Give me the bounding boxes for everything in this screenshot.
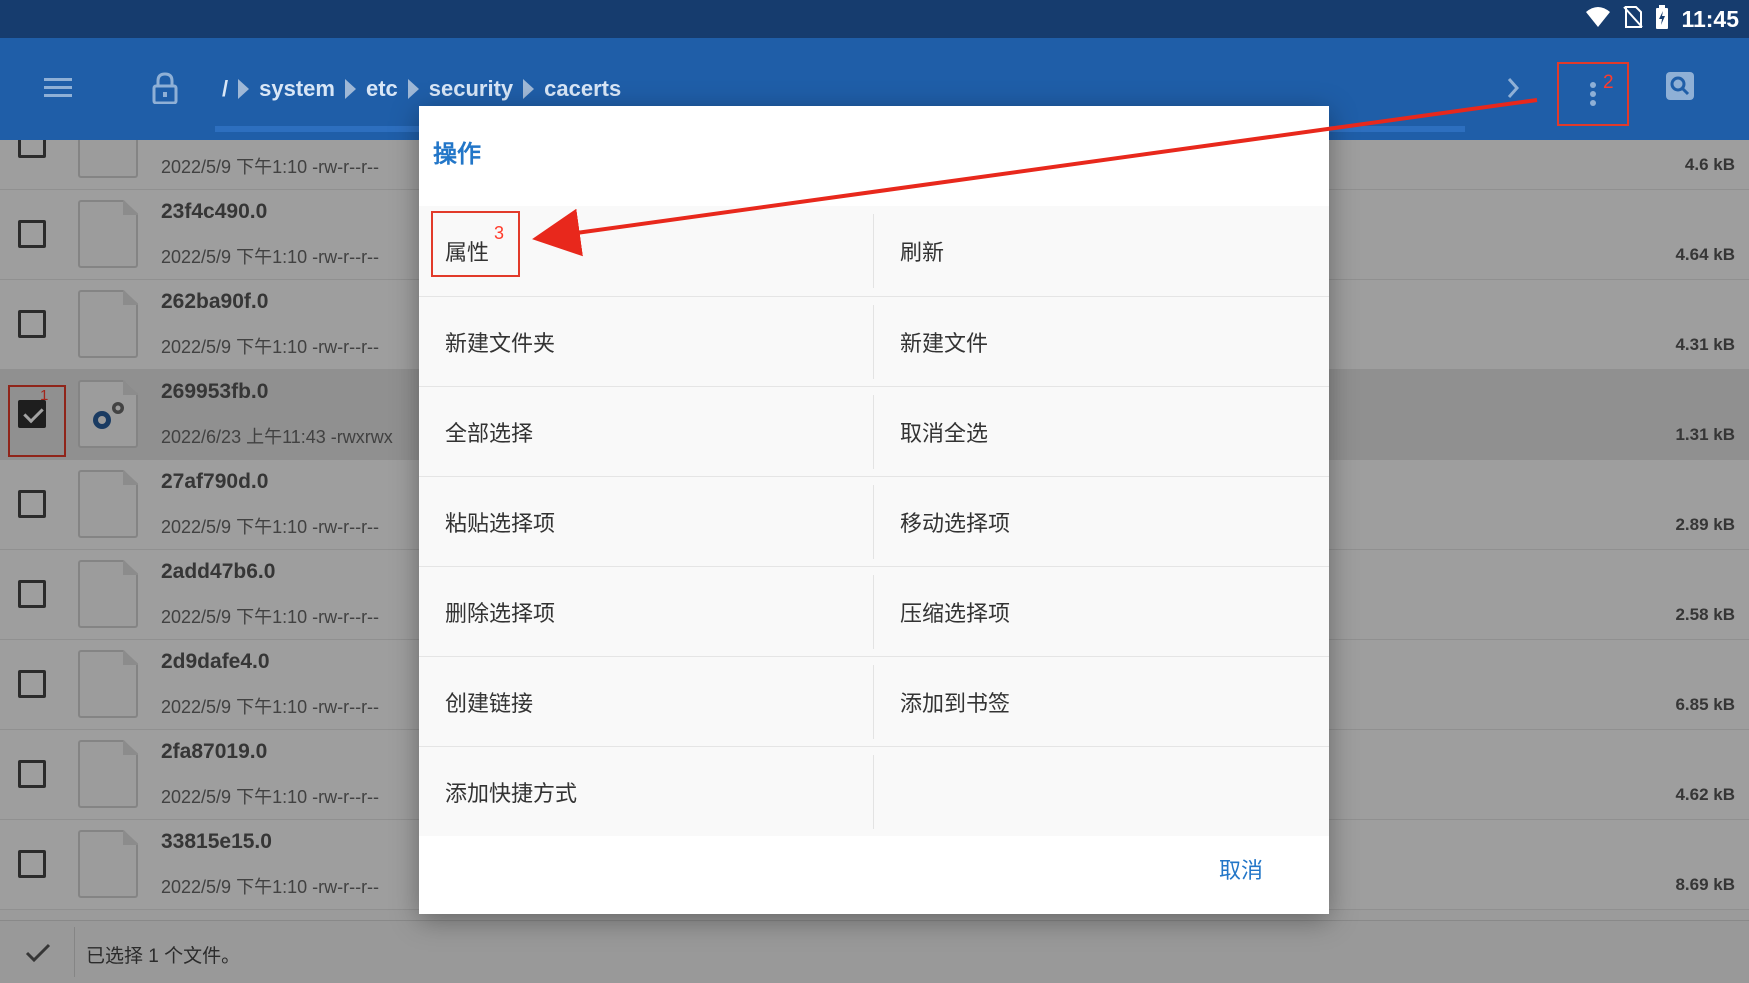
search-button[interactable]: [1662, 68, 1698, 104]
menu-item-new-folder[interactable]: 新建文件夹: [419, 297, 874, 387]
menu-item-label: 删除选择项: [445, 601, 556, 626]
menu-item-add-bookmark[interactable]: 添加到书签: [874, 657, 1329, 747]
status-icons: 11:45: [1585, 0, 1739, 38]
menu-row: 粘贴选择项 移动选择项: [419, 476, 1329, 566]
menu-item-properties[interactable]: 3 属性: [419, 206, 874, 296]
menu-item-deselect-all[interactable]: 取消全选: [874, 387, 1329, 477]
wifi-icon: [1585, 6, 1611, 33]
menu-item-label: 取消全选: [900, 421, 989, 446]
menu-row: 新建文件夹 新建文件: [419, 296, 1329, 386]
menu-item-label: 新建文件夹: [445, 331, 556, 356]
status-bar: 11:45: [0, 0, 1749, 38]
breadcrumb-cacerts[interactable]: cacerts: [544, 76, 621, 102]
actions-menu: 3 属性 刷新 新建文件夹 新建文件 全部选择 取消全选 粘贴选择项 移动选择项…: [419, 206, 1329, 836]
breadcrumb-system[interactable]: system: [259, 76, 335, 102]
menu-row: 全部选择 取消全选: [419, 386, 1329, 476]
menu-row: 创建链接 添加到书签: [419, 656, 1329, 746]
breadcrumb-security[interactable]: security: [429, 76, 513, 102]
breadcrumb-etc[interactable]: etc: [366, 76, 398, 102]
annotation-step-3: 3: [494, 223, 505, 243]
search-icon: [1666, 72, 1694, 100]
menu-item-label: 刷新: [900, 240, 945, 265]
forward-button[interactable]: [1498, 70, 1528, 106]
menu-item-label: 粘贴选择项: [445, 511, 556, 536]
breadcrumb-separator-icon: [523, 79, 535, 99]
dialog-title: 操作: [433, 141, 481, 168]
menu-item-label: 创建链接: [445, 691, 534, 716]
menu-row: 3 属性 刷新: [419, 206, 1329, 296]
lock-button[interactable]: [148, 68, 182, 108]
menu-item-move[interactable]: 移动选择项: [874, 477, 1329, 567]
breadcrumb-root[interactable]: /: [222, 76, 228, 102]
menu-item-label: 全部选择: [445, 421, 534, 446]
menu-item-label: 移动选择项: [900, 511, 1011, 536]
chevron-right-icon: [1507, 78, 1520, 98]
menu-item-delete[interactable]: 删除选择项: [419, 567, 874, 657]
actions-dialog: 操作 3 属性 刷新 新建文件夹 新建文件 全部选择 取消全选 粘贴选择项 移动…: [419, 106, 1329, 914]
more-vert-icon: [1590, 82, 1596, 106]
menu-item-paste[interactable]: 粘贴选择项: [419, 477, 874, 567]
breadcrumb-separator-icon: [238, 79, 250, 99]
menu-item-label: 添加快捷方式: [445, 781, 578, 806]
menu-icon: [44, 78, 72, 97]
menu-row: 添加快捷方式: [419, 746, 1329, 836]
cancel-button[interactable]: 取消: [1219, 853, 1263, 885]
breadcrumb: / system etc security cacerts: [222, 72, 621, 106]
menu-button[interactable]: [38, 68, 78, 108]
menu-item-label: 压缩选择项: [900, 601, 1011, 626]
menu-item-select-all[interactable]: 全部选择: [419, 387, 874, 477]
breadcrumb-separator-icon: [344, 79, 356, 99]
menu-item-label: 添加到书签: [900, 691, 1011, 716]
status-time: 11:45: [1681, 5, 1739, 32]
lock-icon: [152, 72, 178, 104]
menu-item-empty: [874, 747, 1329, 837]
more-options-button[interactable]: 2: [1557, 62, 1629, 126]
menu-row: 删除选择项 压缩选择项: [419, 566, 1329, 656]
breadcrumb-separator-icon: [407, 79, 419, 99]
menu-item-refresh[interactable]: 刷新: [874, 206, 1329, 296]
annotation-step-2: 2: [1603, 72, 1614, 93]
menu-item-new-file[interactable]: 新建文件: [874, 297, 1329, 387]
dialog-scrim-bottom: [0, 920, 1749, 983]
menu-item-compress[interactable]: 压缩选择项: [874, 567, 1329, 657]
menu-item-add-shortcut[interactable]: 添加快捷方式: [419, 747, 874, 837]
menu-item-label: 新建文件: [900, 331, 989, 356]
annotation-box-step-3: 3: [431, 211, 520, 277]
menu-item-create-link[interactable]: 创建链接: [419, 657, 874, 747]
battery-charging-icon: [1655, 4, 1669, 34]
no-sim-icon: [1623, 5, 1644, 34]
